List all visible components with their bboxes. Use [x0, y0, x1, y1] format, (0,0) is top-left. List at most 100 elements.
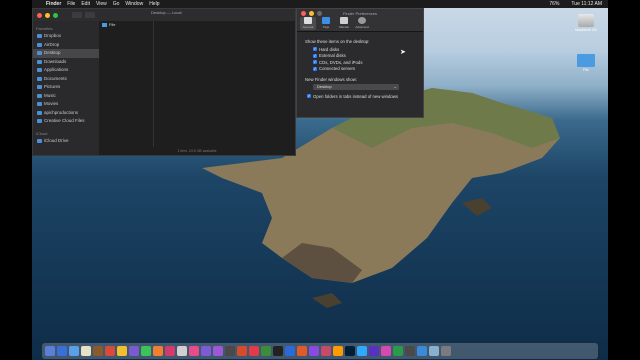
close-icon[interactable] — [37, 12, 42, 18]
menu-app-name[interactable]: Finder — [46, 0, 61, 8]
general-icon — [304, 17, 312, 24]
chevron-down-icon: ⌄ — [393, 84, 397, 89]
dock-app-icon[interactable] — [405, 346, 415, 356]
menu-go[interactable]: Go — [113, 0, 120, 8]
sidebar-item-documents[interactable]: Documents — [33, 75, 99, 84]
sidebar-item-desktop[interactable]: Desktop — [33, 49, 99, 58]
dock-app-icon[interactable] — [393, 346, 403, 356]
sidebar-item-label: Downloads — [44, 58, 67, 64]
dock-app-icon[interactable] — [249, 346, 259, 356]
tab-label: Tags — [322, 25, 330, 29]
menu-help[interactable]: Help — [149, 0, 159, 8]
sidebar-item-home[interactable]: apichproductions — [33, 109, 99, 118]
checkmark-icon: ✓ — [313, 53, 317, 58]
tab-label: Advanced — [355, 25, 369, 29]
dock-app-icon[interactable] — [201, 346, 211, 356]
zoom-icon[interactable] — [53, 12, 58, 18]
finder-sidebar: Favorites Dropbox AirDrop Desktop Downlo… — [33, 21, 99, 155]
sidebar-item-airdrop[interactable]: AirDrop — [33, 41, 99, 50]
dock-app-icon[interactable] — [177, 346, 187, 356]
sidebar-item-label: Movies — [44, 101, 59, 106]
finder-window: Desktop — Local Favorites Dropbox AirDro… — [32, 8, 296, 156]
dock-app-icon[interactable] — [261, 346, 271, 356]
dock-app-icon[interactable] — [285, 346, 295, 356]
sidebar-item-creative-cloud[interactable]: Creative Cloud Files — [33, 117, 99, 126]
view-button[interactable] — [85, 12, 95, 18]
select-value: Desktop — [317, 84, 332, 89]
desktop-icon-label: File — [583, 68, 589, 72]
dock-app-icon[interactable] — [345, 346, 355, 356]
checkbox-connected-servers[interactable]: ✓ Connected servers — [313, 66, 415, 73]
new-window-select[interactable]: Desktop ⌄ — [313, 84, 399, 90]
dock-app-icon[interactable] — [81, 346, 91, 356]
dock-app-icon[interactable] — [333, 346, 343, 356]
sidebar-item-icloud-drive[interactable]: iCloud Drive — [33, 137, 99, 146]
file-row[interactable]: File — [99, 21, 153, 28]
menu-window[interactable]: Window — [125, 0, 143, 8]
dock-app-icon[interactable] — [213, 346, 223, 356]
dock-app-icon[interactable] — [189, 346, 199, 356]
pictures-icon — [37, 85, 42, 90]
desktop-icon-folder[interactable]: File — [572, 54, 600, 72]
dock-app-icon[interactable] — [165, 346, 175, 356]
tab-sidebar[interactable]: Sidebar — [336, 17, 352, 30]
dock-app-icon[interactable] — [57, 346, 67, 356]
dock-app-icon[interactable] — [69, 346, 79, 356]
dock-app-icon[interactable] — [141, 346, 151, 356]
sidebar-item-applications[interactable]: Applications — [33, 66, 99, 75]
dock-app-icon[interactable] — [441, 346, 451, 356]
dock-app-icon[interactable] — [129, 346, 139, 356]
dock-app-icon[interactable] — [429, 346, 439, 356]
gear-icon — [358, 17, 366, 24]
cloud-icon — [37, 138, 42, 143]
sidebar-item-dropbox[interactable]: Dropbox — [33, 32, 99, 41]
dock-app-icon[interactable] — [153, 346, 163, 356]
mouse-cursor-icon: ➤ — [400, 49, 406, 56]
sidebar-item-label: Pictures — [44, 84, 61, 89]
desktop-icon — [37, 51, 42, 56]
dock-app-icon[interactable] — [369, 346, 379, 356]
dock-app-icon[interactable] — [105, 346, 115, 356]
tab-tags[interactable]: Tags — [318, 17, 334, 30]
dock-app-icon[interactable] — [45, 346, 55, 356]
tab-label: Sidebar — [338, 25, 350, 29]
dock-app-icon[interactable] — [93, 346, 103, 356]
menu-file[interactable]: File — [67, 0, 75, 8]
sidebar-item-downloads[interactable]: Downloads — [33, 58, 99, 67]
tab-label: General — [302, 25, 314, 29]
applications-icon — [37, 68, 42, 73]
menu-view[interactable]: View — [96, 0, 107, 8]
minimize-icon[interactable] — [45, 12, 50, 18]
battery-status[interactable]: 76% — [549, 0, 559, 8]
dock-app-icon[interactable] — [381, 346, 391, 356]
clock[interactable]: Tue 11:12 AM — [571, 0, 602, 8]
dock-app-icon[interactable] — [273, 346, 283, 356]
folder-icon — [577, 54, 595, 67]
show-items-heading: Show these items on the desktop: — [305, 39, 370, 44]
dock-app-icon[interactable] — [309, 346, 319, 356]
letterbox-right — [608, 0, 640, 360]
sidebar-item-pictures[interactable]: Pictures — [33, 83, 99, 92]
dock-app-icon[interactable] — [417, 346, 427, 356]
dock-app-icon[interactable] — [117, 346, 127, 356]
dock-app-icon[interactable] — [321, 346, 331, 356]
tab-advanced[interactable]: Advanced — [354, 17, 370, 30]
sidebar-item-music[interactable]: Music — [33, 92, 99, 101]
checkbox-label: Connected servers — [319, 66, 356, 72]
minimize-icon[interactable] — [309, 11, 314, 16]
sidebar-item-movies[interactable]: Movies — [33, 100, 99, 109]
prefs-toolbar: Finder Preferences General Tags Sidebar … — [297, 9, 423, 32]
menu-edit[interactable]: Edit — [81, 0, 90, 8]
checkbox-open-in-tabs[interactable]: ✓ Open folders in tabs instead of new win… — [307, 93, 415, 100]
back-button[interactable] — [72, 12, 82, 18]
sidebar-item-label: Dropbox — [44, 33, 62, 38]
tab-general[interactable]: General — [300, 17, 316, 30]
dock-app-icon[interactable] — [225, 346, 235, 356]
sidebar-section-favorites: Favorites — [36, 26, 53, 31]
letterbox-left — [0, 0, 32, 360]
dock-app-icon[interactable] — [357, 346, 367, 356]
dock-app-icon[interactable] — [297, 346, 307, 356]
close-icon[interactable] — [301, 11, 306, 16]
desktop-icon-hard-drive[interactable]: Macintosh HD — [572, 14, 600, 32]
dock-app-icon[interactable] — [237, 346, 247, 356]
